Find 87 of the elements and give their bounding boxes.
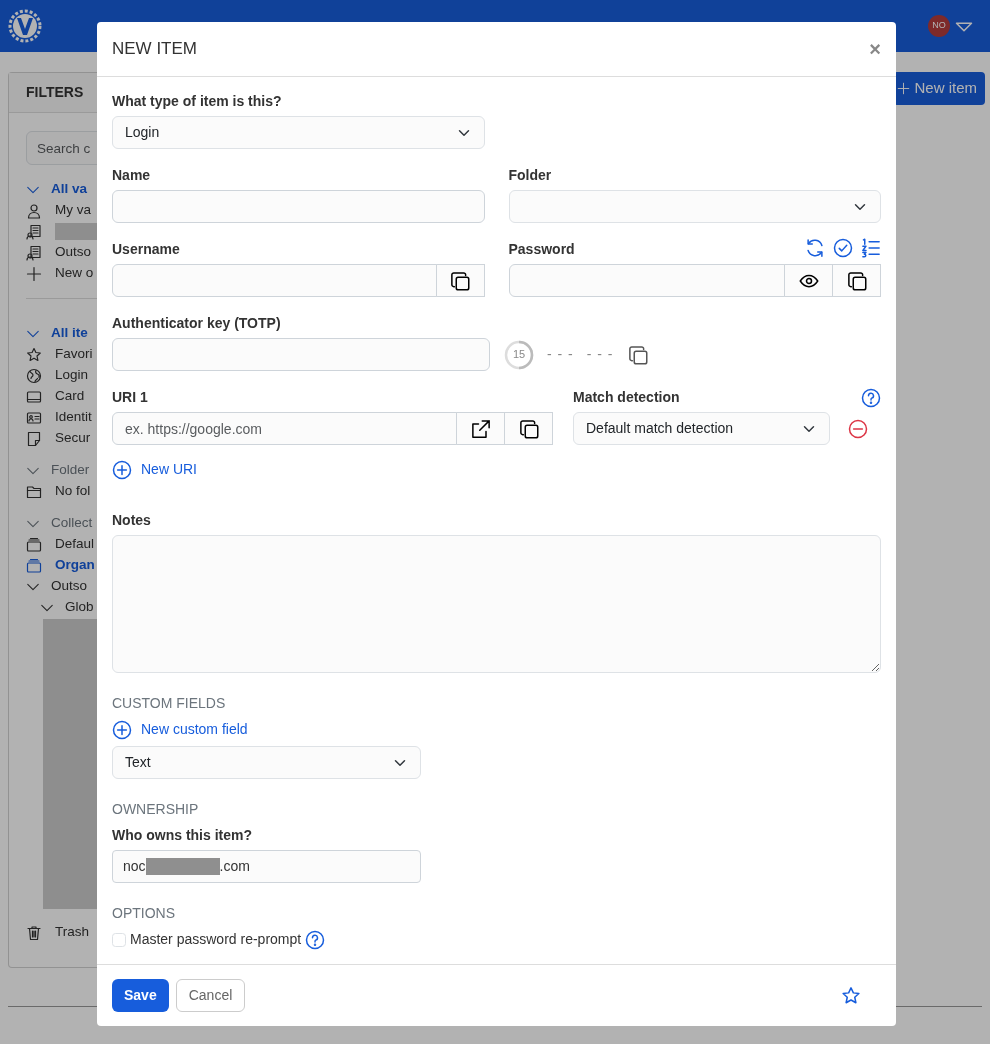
filter-heading[interactable]: Folder	[51, 460, 90, 481]
reprompt-checkbox[interactable]	[112, 932, 126, 947]
help-icon	[861, 388, 881, 409]
field-label: Name	[112, 166, 152, 185]
tree-item[interactable]: Outso	[51, 576, 88, 597]
copy-button[interactable]	[832, 264, 881, 297]
notes-field[interactable]	[112, 535, 881, 673]
field-label: URI 1	[112, 388, 149, 407]
filter-item[interactable]: No fol	[55, 481, 91, 502]
filter-item[interactable]: My va	[55, 200, 91, 221]
folder-select[interactable]	[508, 190, 881, 223]
trash-icon	[26, 924, 42, 941]
filter-item[interactable]: Identit	[55, 407, 92, 428]
copy-icon	[627, 345, 648, 366]
id-card-icon	[26, 409, 42, 426]
collection-icon	[26, 536, 42, 553]
filter-item[interactable]: Defaul	[55, 534, 95, 555]
field-label: Match detection	[573, 388, 680, 407]
launch-button[interactable]	[456, 412, 505, 445]
password-field[interactable]	[508, 264, 785, 297]
owner-select[interactable]: noc .com	[112, 850, 421, 883]
new-uri-link[interactable]: New URI	[112, 459, 197, 480]
toggle-visibility-button[interactable]	[784, 264, 833, 297]
help-icon	[305, 929, 326, 950]
plus-icon	[26, 265, 42, 282]
name-field[interactable]	[112, 190, 485, 223]
filter-item[interactable]: Card	[55, 386, 85, 407]
filter-heading[interactable]: All ite	[51, 323, 88, 344]
totp-field[interactable]	[112, 338, 490, 371]
custom-field-type-select[interactable]: Text	[112, 746, 421, 779]
copy-button[interactable]	[504, 412, 553, 445]
username-field[interactable]	[112, 264, 437, 297]
field-label: Username	[112, 240, 181, 259]
field-label: Password	[508, 240, 575, 259]
field-label: Authenticator key (TOTP)	[112, 314, 282, 333]
collection-icon	[26, 557, 42, 574]
person-icon	[26, 202, 42, 219]
credit-card-icon	[26, 388, 42, 405]
organization-icon	[26, 244, 42, 261]
close-button[interactable]: ×	[869, 34, 881, 64]
field-label: Who owns this item?	[112, 826, 253, 845]
cancel-button[interactable]: Cancel	[175, 979, 246, 1012]
field-label: Notes	[112, 511, 152, 530]
tree-item[interactable]: Glob	[65, 597, 94, 618]
filter-item[interactable]: Secur	[55, 428, 91, 449]
numbered-list-icon	[861, 238, 881, 258]
copy-button[interactable]	[435, 264, 485, 297]
match-detection-select[interactable]: Default match detection	[573, 412, 830, 445]
filter-item[interactable]: Organ	[55, 555, 95, 576]
filter-item[interactable]: Favori	[55, 344, 93, 365]
section-heading: OPTIONS	[112, 904, 176, 923]
organization-icon	[26, 223, 42, 240]
filter-heading[interactable]: All va	[51, 179, 88, 200]
save-button[interactable]: Save	[112, 979, 169, 1012]
copy-icon	[846, 270, 867, 291]
field-label: Folder	[508, 166, 553, 185]
logo-icon	[8, 9, 42, 43]
plus-icon	[897, 81, 911, 95]
dialog-title: NEW ITEM	[112, 38, 197, 61]
filter-item[interactable]: New o	[55, 263, 94, 284]
note-icon	[26, 430, 42, 447]
checkbox-label: Master password re-prompt	[130, 930, 302, 949]
section-heading: CUSTOM FIELDS	[112, 694, 227, 713]
copy-icon	[518, 418, 539, 439]
launch-icon	[470, 418, 491, 439]
filter-item[interactable]: Trash	[55, 922, 89, 943]
new-item-button[interactable]: New item	[893, 72, 985, 105]
refresh-icon	[805, 238, 825, 258]
filter-heading[interactable]: Collect	[51, 513, 93, 534]
filter-item[interactable]: Outso	[55, 242, 92, 263]
section-heading: OWNERSHIP	[112, 800, 200, 819]
star-icon	[26, 346, 42, 363]
filter-item[interactable]: Login	[55, 365, 89, 386]
globe-icon	[26, 367, 42, 384]
avatar[interactable]: NO	[928, 15, 950, 37]
item-type-select[interactable]: Login	[112, 116, 485, 149]
uri-field[interactable]: ex. https://google.com	[112, 412, 457, 445]
folder-icon	[26, 483, 42, 500]
totp-code: - - -	[547, 345, 574, 364]
add-icon	[112, 719, 132, 740]
countdown-timer: 15	[504, 339, 534, 370]
add-icon	[112, 459, 132, 480]
new-custom-field-link[interactable]: New custom field	[112, 719, 248, 740]
check-circle-icon	[833, 238, 853, 258]
totp-code: - - -	[586, 345, 614, 364]
remove-icon	[848, 419, 868, 440]
copy-icon	[450, 270, 470, 291]
